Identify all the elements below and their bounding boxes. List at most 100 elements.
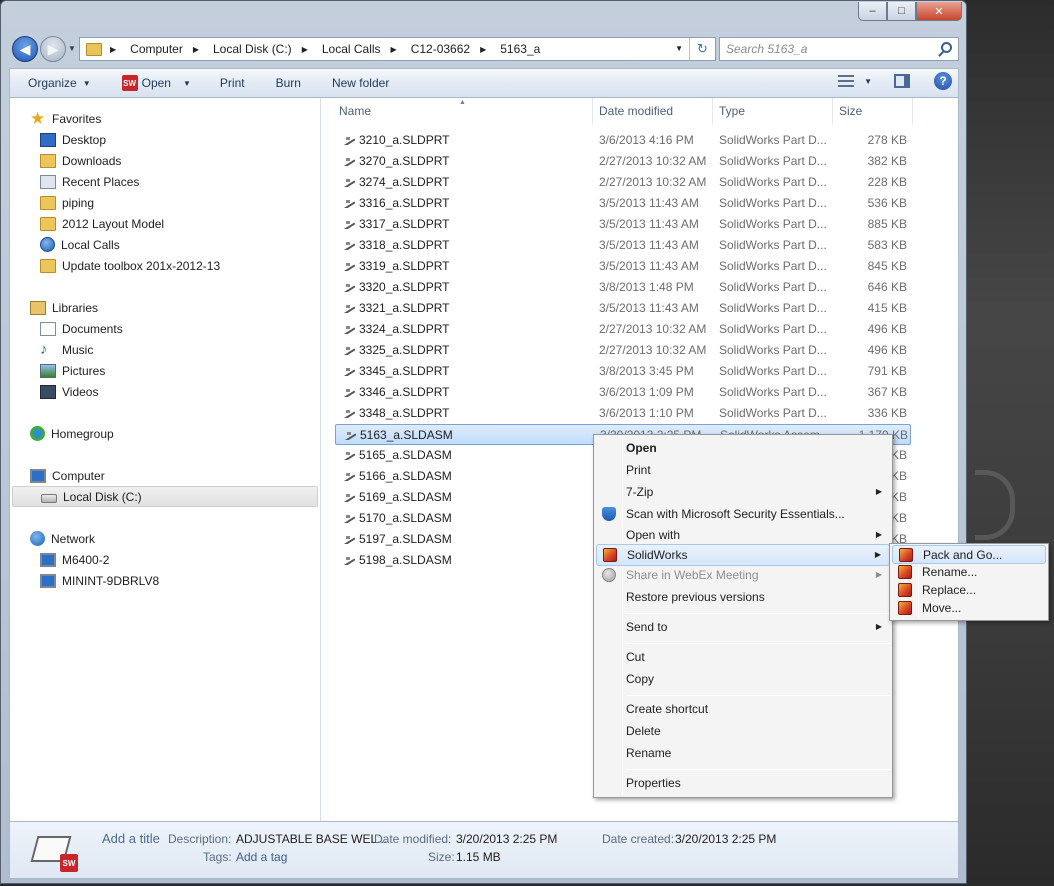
forward-button[interactable]: ▶ (40, 36, 66, 62)
nav-piping[interactable]: piping (40, 192, 94, 213)
part-file-icon (341, 301, 355, 313)
menu-item-rename[interactable]: Rename (596, 743, 890, 765)
chevron-right-icon[interactable]: ▶ (302, 45, 308, 54)
nav-minint-9dbrlv8[interactable]: MININT-9DBRLV8 (40, 570, 159, 591)
address-dropdown[interactable]: ▼ (675, 44, 683, 53)
file-row[interactable]: 3318_a.SLDPRT 3/5/2013 11:43 AM SolidWorks… (335, 235, 911, 256)
nav-downloads[interactable]: Downloads (40, 150, 121, 171)
file-row[interactable]: 3321_a.SLDPRT 3/5/2013 11:43 AM SolidWorks… (335, 298, 911, 319)
nav-local-calls[interactable]: Local Calls (40, 234, 120, 255)
file-type: SolidWorks Part D... (719, 217, 827, 231)
file-type: SolidWorks Part D... (719, 133, 827, 147)
nav-network[interactable]: Network (30, 528, 95, 549)
menu-item-send-to[interactable]: Send to ▶ (596, 617, 890, 639)
file-row[interactable]: 3346_a.SLDPRT 3/6/2013 1:09 PM SolidWorks … (335, 382, 911, 403)
change-view-icon[interactable] (838, 75, 855, 87)
file-row[interactable]: 3324_a.SLDPRT 2/27/2013 10:32 AM SolidWork… (335, 319, 911, 340)
column-header-size[interactable]: Size (833, 98, 913, 124)
close-button[interactable]: ✕ (916, 2, 962, 21)
print-button[interactable]: Print (200, 71, 254, 95)
column-header-date[interactable]: Date modified (593, 98, 713, 124)
menu-item-7zip[interactable]: 7-Zip ▶ (596, 482, 890, 504)
nav-music[interactable]: ♪ Music (40, 339, 93, 360)
file-size: 382 KB (867, 154, 907, 168)
file-row[interactable]: 3345_a.SLDPRT 3/8/2013 3:45 PM SolidWorks … (335, 361, 911, 382)
nav-update-toolbox[interactable]: Update toolbox 201x-2012-13 (40, 255, 220, 276)
file-row[interactable]: 3325_a.SLDPRT 2/27/2013 10:32 AM SolidWork… (335, 340, 911, 361)
nav-homegroup[interactable]: Homegroup (30, 423, 114, 444)
search-box[interactable]: Search 5163_a (719, 37, 959, 61)
minimize-button[interactable]: – (858, 2, 887, 21)
history-dropdown[interactable]: ▼ (68, 44, 76, 53)
chevron-right-icon[interactable]: ▶ (391, 45, 397, 54)
menu-item-restore-versions[interactable]: Restore previous versions (596, 587, 890, 609)
menu-item-open[interactable]: Open (596, 438, 890, 460)
open-button[interactable]: SW Open ▼ (100, 71, 200, 95)
breadcrumb-computer[interactable]: Computer ▶ (130, 42, 207, 56)
file-size: 646 KB (867, 280, 907, 294)
refresh-icon: ↻ (697, 41, 708, 56)
title-field[interactable]: Add a title (102, 831, 160, 846)
nav-local-disk[interactable]: Local Disk (C:) (12, 486, 318, 507)
menu-item-pack-and-go[interactable]: Pack and Go... (892, 545, 1046, 564)
file-row[interactable]: 3270_a.SLDPRT 2/27/2013 10:32 AM SolidWork… (335, 151, 911, 172)
maximize-button[interactable]: □ (887, 2, 916, 21)
nav-desktop[interactable]: Desktop (40, 129, 106, 150)
file-row[interactable]: 3317_a.SLDPRT 3/5/2013 11:43 AM SolidWorks… (335, 214, 911, 235)
nav-libraries[interactable]: Libraries (30, 297, 98, 318)
file-row[interactable]: 3274_a.SLDPRT 2/27/2013 10:32 AM SolidWork… (335, 172, 911, 193)
menu-item-share-webex[interactable]: Share in WebEx Meeting ▶ (596, 565, 890, 587)
column-header-type[interactable]: Type (713, 98, 833, 124)
menu-item-properties[interactable]: Properties (596, 773, 890, 795)
menu-item-copy[interactable]: Copy (596, 669, 890, 691)
nav-documents[interactable]: Documents (40, 318, 123, 339)
menu-item-sw-replace[interactable]: Replace... (892, 581, 1046, 600)
menu-item-scan[interactable]: Scan with Microsoft Security Essentials.… (596, 504, 890, 526)
menu-item-solidworks[interactable]: SolidWorks ▶ (596, 544, 890, 566)
menu-item-cut[interactable]: Cut (596, 647, 890, 669)
help-icon[interactable]: ? (934, 72, 952, 90)
tags-field[interactable]: Add a tag (236, 850, 287, 864)
new-folder-button[interactable]: New folder (310, 71, 398, 95)
file-row[interactable]: 3319_a.SLDPRT 3/5/2013 11:43 AM SolidWorks… (335, 256, 911, 277)
chevron-down-icon[interactable]: ▼ (864, 77, 872, 86)
breadcrumb-local-calls[interactable]: Local Calls ▶ (322, 42, 405, 56)
back-button[interactable]: ◀ (12, 36, 38, 62)
breadcrumb-sep-icon[interactable]: ▶ (108, 45, 124, 54)
menu-item-delete[interactable]: Delete (596, 721, 890, 743)
menu-item-sw-move[interactable]: Move... (892, 599, 1046, 618)
nav-2012-layout-model[interactable]: 2012 Layout Model (40, 213, 164, 234)
refresh-button[interactable]: ↻ (689, 38, 715, 60)
nav-m6400-2[interactable]: M6400-2 (40, 549, 109, 570)
file-type: SolidWorks Part D... (719, 406, 827, 420)
description-value[interactable]: ADJUSTABLE BASE WEL... (236, 832, 387, 846)
file-row[interactable]: 3320_a.SLDPRT 3/8/2013 1:48 PM SolidWorks … (335, 277, 911, 298)
menu-item-sw-rename[interactable]: Rename... (892, 563, 1046, 582)
file-name: 3348_a.SLDPRT (359, 406, 450, 420)
breadcrumb-local-disk[interactable]: Local Disk (C:) ▶ (213, 42, 316, 56)
preview-pane-icon[interactable] (894, 74, 910, 88)
menu-item-print[interactable]: Print (596, 460, 890, 482)
caption-buttons: – □ ✕ (858, 2, 962, 21)
nav-favorites[interactable]: ★ Favorites (30, 108, 101, 129)
file-row[interactable]: 3210_a.SLDPRT 3/6/2013 4:16 PM SolidWorks … (335, 130, 911, 151)
search-icon[interactable] (941, 42, 952, 53)
chevron-right-icon[interactable]: ▶ (480, 45, 486, 54)
file-name: 5166_a.SLDASM (359, 469, 452, 483)
breadcrumb-5163-a[interactable]: 5163_a (500, 42, 540, 56)
nav-computer[interactable]: Computer (30, 465, 105, 486)
menu-item-create-shortcut[interactable]: Create shortcut (596, 699, 890, 721)
nav-videos[interactable]: Videos (40, 381, 98, 402)
command-bar: Organize ▼ SW Open ▼ Print Burn New fold… (9, 68, 959, 98)
nav-pictures[interactable]: Pictures (40, 360, 105, 381)
organize-button[interactable]: Organize ▼ (10, 71, 100, 95)
file-row[interactable]: 3316_a.SLDPRT 3/5/2013 11:43 AM SolidWorks… (335, 193, 911, 214)
address-bar[interactable]: ▶ Computer ▶ Local Disk (C:) ▶ Local Calls… (79, 37, 716, 61)
burn-button[interactable]: Burn (254, 71, 310, 95)
nav-recent-places[interactable]: Recent Places (40, 171, 139, 192)
chevron-right-icon[interactable]: ▶ (193, 45, 199, 54)
assembly-file-icon (341, 553, 355, 565)
chevron-down-icon[interactable]: ▼ (183, 79, 191, 88)
breadcrumb-c12-03662[interactable]: C12-03662 ▶ (411, 42, 495, 56)
file-row[interactable]: 3348_a.SLDPRT 3/6/2013 1:10 PM SolidWorks … (335, 403, 911, 424)
